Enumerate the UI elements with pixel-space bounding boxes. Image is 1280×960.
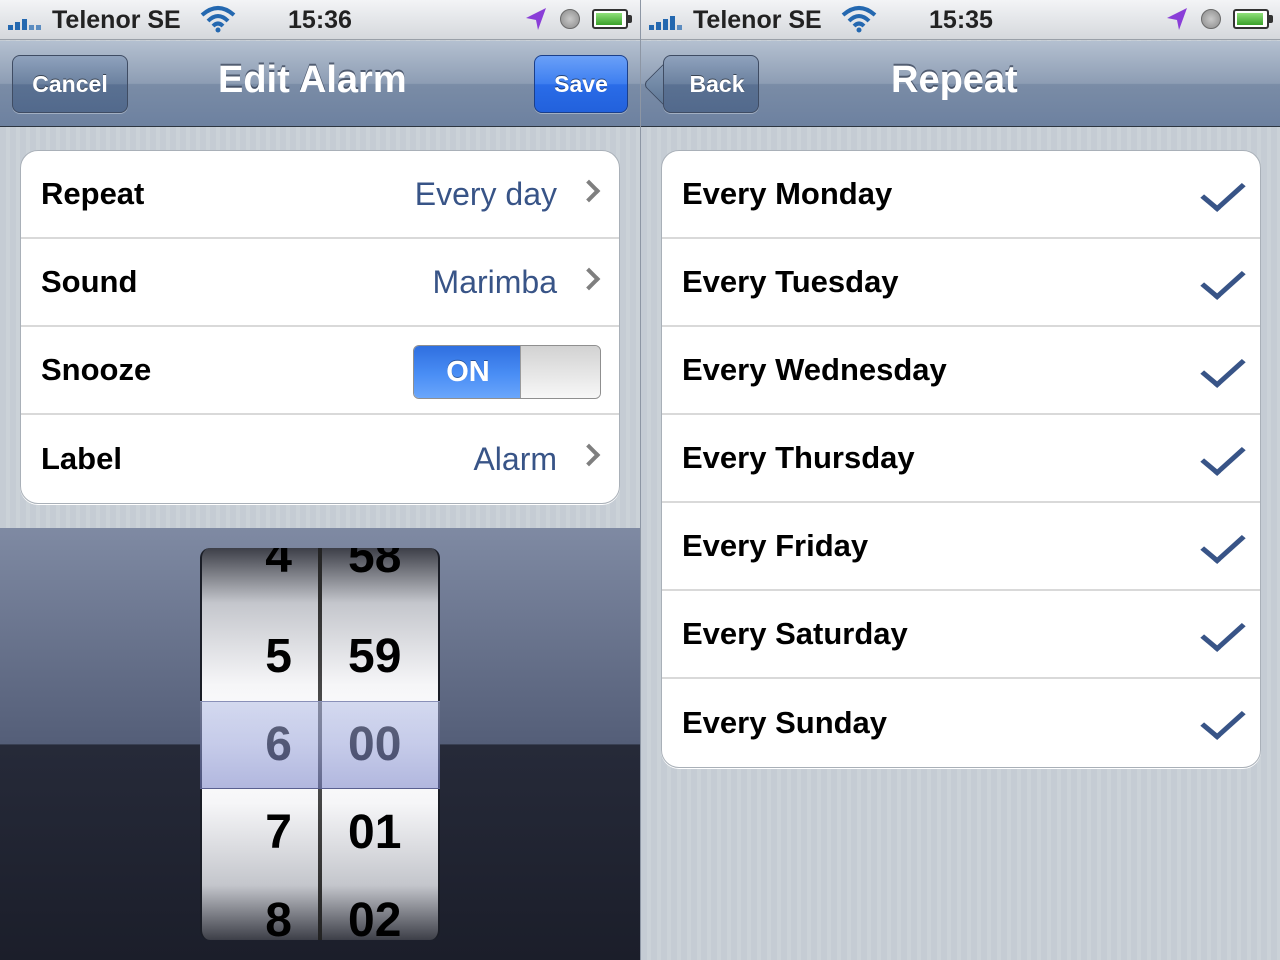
repeat-screen: Telenor SE 15:35 Back Repeat Every Monda… (640, 0, 1280, 960)
battery-icon (1233, 9, 1273, 29)
chevron-right-icon (577, 179, 601, 203)
chevron-right-icon (577, 267, 601, 291)
alarm-clock-icon (1201, 9, 1221, 29)
day-label: Every Thursday (682, 440, 915, 475)
navigation-bar: Cancel Edit Alarm Save (0, 41, 640, 127)
snooze-label: Snooze (41, 352, 152, 387)
location-icon (526, 8, 546, 30)
label-value: Alarm (473, 440, 557, 477)
save-button[interactable]: Save (534, 55, 628, 113)
day-label: Every Monday (682, 176, 893, 211)
status-bar: Telenor SE 15:36 (0, 0, 640, 40)
hour-option[interactable]: 4 (202, 548, 318, 600)
sound-row[interactable]: Sound Marimba (21, 239, 619, 327)
minute-option[interactable]: 02 (322, 876, 438, 941)
toggle-knob[interactable] (520, 346, 600, 398)
picker-selection-bar (200, 701, 440, 789)
hour-option[interactable]: 7 (202, 788, 318, 876)
checkmark-icon (1200, 348, 1246, 388)
day-label: Every Friday (682, 528, 869, 563)
repeat-label: Repeat (41, 176, 145, 211)
snooze-toggle[interactable]: ON (413, 345, 601, 399)
checkmark-icon (1200, 436, 1246, 476)
repeat-days-group: Every Monday Every Tuesday Every Wednesd… (661, 150, 1261, 768)
time-picker: 4 5 6 7 8 58 59 00 01 02 (0, 528, 640, 960)
alarm-settings-group: Repeat Every day Sound Marimba Snooze ON… (20, 150, 620, 504)
navigation-bar: Back Repeat (641, 41, 1280, 127)
repeat-row[interactable]: Repeat Every day (21, 151, 619, 239)
day-label: Every Tuesday (682, 264, 899, 299)
chevron-right-icon (577, 443, 601, 467)
edit-alarm-screen: Telenor SE 15:36 Cancel Edit Alarm Save … (0, 0, 640, 960)
snooze-row: Snooze ON (21, 327, 619, 415)
checkmark-icon (1200, 700, 1246, 740)
day-label: Every Sunday (682, 705, 888, 740)
cancel-button[interactable]: Cancel (12, 55, 128, 113)
hour-option[interactable]: 8 (202, 876, 318, 941)
page-title: Edit Alarm (218, 59, 407, 101)
status-bar: Telenor SE 15:35 (641, 0, 1280, 40)
checkmark-icon (1200, 524, 1246, 564)
checkmark-icon (1200, 612, 1246, 652)
checkmark-icon (1200, 172, 1246, 212)
checkmark-icon (1200, 260, 1246, 300)
minute-option[interactable]: 58 (322, 548, 438, 600)
day-row-monday[interactable]: Every Monday (662, 151, 1260, 239)
label-row[interactable]: Label Alarm (21, 415, 619, 503)
sound-label: Sound (41, 264, 138, 299)
label-label: Label (41, 441, 122, 476)
battery-icon (592, 9, 632, 29)
location-icon (1167, 8, 1187, 30)
sound-value: Marimba (432, 263, 557, 300)
minute-option[interactable]: 59 (322, 612, 438, 700)
snooze-toggle-on-text: ON (414, 346, 522, 398)
day-row-thursday[interactable]: Every Thursday (662, 415, 1260, 503)
day-row-friday[interactable]: Every Friday (662, 503, 1260, 591)
back-button[interactable]: Back (663, 55, 759, 113)
minute-option[interactable]: 01 (322, 788, 438, 876)
day-label: Every Wednesday (682, 352, 947, 387)
day-label: Every Saturday (682, 616, 908, 651)
hour-option[interactable]: 5 (202, 612, 318, 700)
alarm-clock-icon (560, 9, 580, 29)
day-row-saturday[interactable]: Every Saturday (662, 591, 1260, 679)
day-row-tuesday[interactable]: Every Tuesday (662, 239, 1260, 327)
day-row-wednesday[interactable]: Every Wednesday (662, 327, 1260, 415)
status-time: 15:36 (288, 6, 352, 34)
repeat-value: Every day (414, 175, 557, 212)
day-row-sunday[interactable]: Every Sunday (662, 679, 1260, 767)
status-time: 15:35 (929, 6, 993, 34)
page-title: Repeat (891, 59, 1018, 101)
